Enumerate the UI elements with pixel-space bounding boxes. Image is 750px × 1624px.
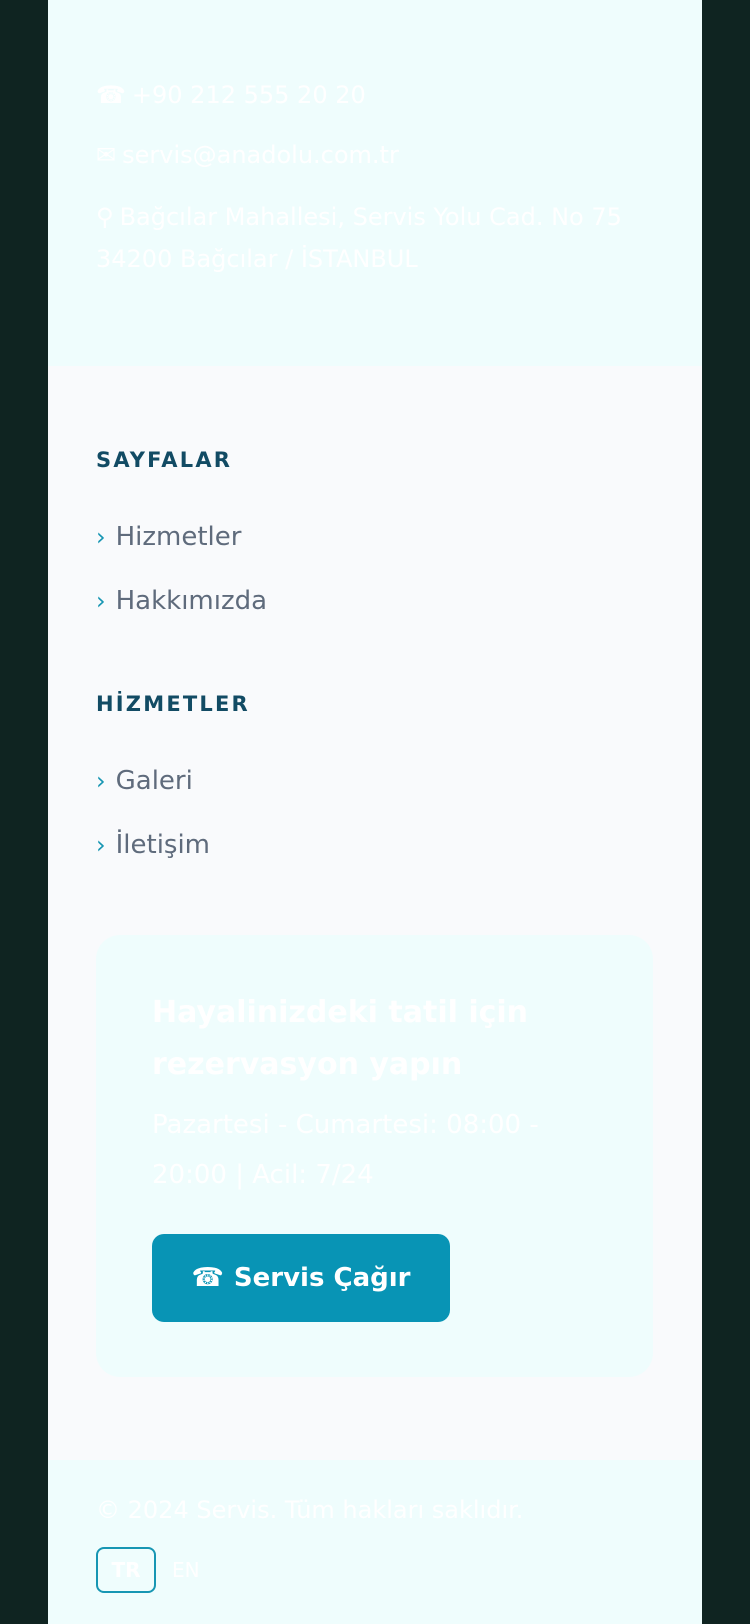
footer: © 2024 Servis. Tüm hakları saklıdır. TR … (48, 1460, 702, 1624)
copyright-text: © 2024 Servis. Tüm hakları saklıdır. (96, 1496, 524, 1524)
nav-link-hizmetler[interactable]: › Hizmetler (96, 517, 241, 557)
contact-address-text: Bağcılar Mahallesi, Servis Yolu Cad. No … (96, 203, 622, 273)
cta-title: Hayalinizdeki tatil için rezervasyon yap… (152, 995, 529, 1082)
nav-link-iletisim[interactable]: › İletişim (96, 825, 210, 865)
contact-email[interactable]: ✉ servis@anadolu.com.tr (96, 134, 399, 176)
language-tr-button[interactable]: TR (96, 1547, 156, 1593)
nav-link-label: İletişim (115, 830, 211, 860)
contact-phone[interactable]: ☎ +90 212 555 20 20 (96, 74, 366, 116)
location-icon: ⚲ (96, 203, 114, 231)
nav-link-galeri[interactable]: › Galeri (96, 761, 193, 801)
mail-icon: ✉ (96, 141, 117, 169)
section-title-pages: SAYFALAR (96, 448, 233, 472)
chevron-right-icon: › (96, 587, 106, 615)
contact-email-text: servis@anadolu.com.tr (122, 141, 399, 169)
section-title-services: HİZMETLER (96, 692, 250, 716)
chevron-right-icon: › (96, 767, 106, 795)
contact-section: ☎ +90 212 555 20 20 ✉ servis@anadolu.com.t… (48, 0, 702, 366)
phone-icon: ☎ (191, 1263, 224, 1293)
cta-card: Hayalinizdeki tatil için rezervasyon yap… (96, 935, 653, 1377)
contact-phone-text: +90 212 555 20 20 (131, 81, 366, 109)
language-en-button[interactable]: EN (172, 1547, 200, 1593)
page-content: ☎ +90 212 555 20 20 ✉ servis@anadolu.com.t… (48, 0, 702, 1624)
phone-icon: ☎ (96, 81, 126, 109)
nav-link-hakkimizda[interactable]: › Hakkımızda (96, 581, 267, 621)
chevron-right-icon: › (96, 523, 106, 551)
nav-link-label: Hizmetler (115, 522, 242, 552)
contact-address: ⚲ Bağcılar Mahallesi, Servis Yolu Cad. No… (96, 196, 636, 280)
call-service-label: Servis Çağır (233, 1263, 411, 1293)
nav-link-label: Galeri (115, 766, 193, 796)
call-service-button[interactable]: ☎ Servis Çağır (152, 1234, 450, 1322)
cta-hours: Pazartesi - Cumartesi: 08:00 - 20:00 | A… (152, 1110, 539, 1190)
nav-link-label: Hakkımızda (115, 586, 268, 616)
chevron-right-icon: › (96, 831, 106, 859)
